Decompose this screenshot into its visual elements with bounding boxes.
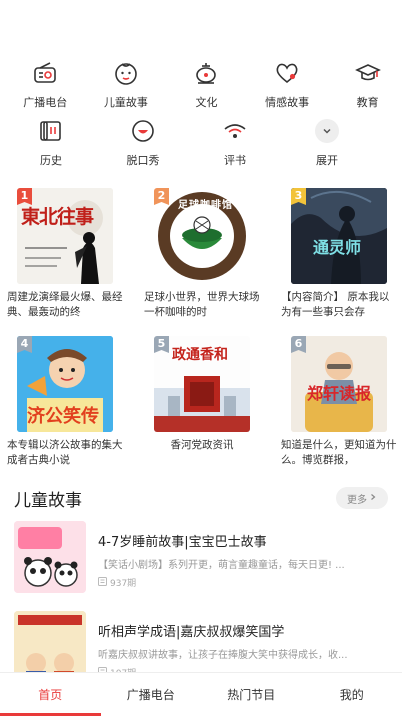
tab-hot-programs[interactable]: 热门节目 [201,673,302,716]
chevron-down-icon [315,119,339,143]
category-kids-story[interactable]: 儿童故事 [92,58,161,113]
tab-label: 广播电台 [126,688,175,702]
tab-label: 首页 [38,688,63,702]
ranking-title: 香河党政资讯 [170,439,234,451]
tab-home[interactable]: 首页 [0,673,101,716]
program-description: 听嘉庆叔叔讲故事，让孩子在捧腹大笑中获得成长，收... [98,650,348,661]
category-radio[interactable]: 广播电台 [11,58,80,113]
category-culture[interactable]: 文化 [172,58,241,113]
panda-cover-art [14,521,86,593]
more-button[interactable]: 更多 [336,487,388,509]
category-talk-show[interactable]: 脱口秀 [103,116,183,171]
tab-label: 热门节目 [227,688,276,702]
graduation-cap-icon [353,58,383,88]
cover-title: 济公笑传 [27,406,99,427]
ranking-title: 本专辑以济公故事的集大成者古典小说 [7,439,123,466]
ranking-item[interactable]: 2 足球咖啡馆 足球小世界，世界大球场 一杯咖啡的时 [144,188,260,320]
category-history[interactable]: 历史 [11,116,91,171]
tab-radio[interactable]: 广播电台 [101,673,202,716]
category-expand[interactable]: 展开 [287,116,367,171]
child-face-icon [111,58,141,88]
more-label: 更多 [347,494,367,506]
category-label: 儿童故事 [103,96,148,109]
ranking-item[interactable]: 3 通灵师 【内容简介】 原本我以为有一些事只会存 [281,188,390,320]
category-label: 广播电台 [23,96,68,109]
smile-bubble-icon [128,116,158,146]
cover-title: 東北往事 [21,206,94,228]
ranking-grid: 1 東北往事 周建龙演绎最火爆、最经典、最轰动的终 2 足球咖啡馆 足球小世界，… [7,188,397,468]
broadcast-icon [220,116,250,146]
program-description: 【笑话小剧场】系列开更，萌言童趣童话，每天日更! ... [98,560,345,571]
heart-icon [272,58,302,88]
category-grid: 广播电台 儿童故事 文化 情感故事 教育 历史 脱口秀 评书 展开 [0,58,402,171]
category-emotion-story[interactable]: 情感故事 [253,58,322,113]
cover-image: 5 政通香和 [154,336,250,432]
cover-title: 通灵师 [313,238,362,257]
tab-label: 我的 [339,688,364,702]
category-label: 展开 [316,154,338,167]
ranking-item[interactable]: 1 東北往事 周建龙演绎最火爆、最经典、最轰动的终 [7,188,123,320]
program-meta: 937期 [98,576,136,589]
cover-image: 3 通灵师 [291,188,387,284]
ranking-title: 足球小世界，世界大球场 一杯咖啡的时 [144,291,260,318]
tab-mine[interactable]: 我的 [302,673,402,716]
teapot-icon [191,58,221,88]
cover-image: 2 足球咖啡馆 [154,188,250,284]
category-label: 历史 [40,154,62,167]
category-label: 评书 [224,154,246,167]
app-page: 广播电台 儿童故事 文化 情感故事 教育 历史 脱口秀 评书 展开 1 東北往事… [0,0,402,716]
category-label: 情感故事 [265,96,310,109]
ranking-item[interactable]: 5 政通香和 香河党政资讯 [151,336,253,468]
program-title: 4-7岁睡前故事|宝宝巴士故事 [98,535,267,550]
cover-title: 郑轩读报 [307,384,372,403]
episode-count: 937期 [110,579,137,589]
section-title: 儿童故事 [14,491,82,511]
radio-icon [30,58,60,88]
scroll-icon [36,116,66,146]
cover-image: 4 济公笑传 [17,336,113,432]
program-title: 听相声学成语|嘉庆叔叔爆笑国学 [98,625,285,640]
cover-image: 1 東北往事 [17,188,113,284]
bottom-nav: 首页 广播电台 热门节目 我的 [0,672,402,716]
ranking-item[interactable]: 4 济公笑传 本专辑以济公故事的集大成者古典小说 [7,336,123,468]
cover-image: 6 郑轩读报 [291,336,387,432]
ranking-title: 知道是什么，更知道为什么。博览群报， [281,439,397,466]
cover-title: 足球咖啡馆 [178,200,233,211]
category-label: 脱口秀 [126,154,160,167]
category-pingshu[interactable]: 评书 [195,116,275,171]
cover-title: 政通香和 [172,347,228,363]
ranking-title: 【内容简介】 原本我以为有一些事只会存 [281,291,390,318]
program-cover [14,521,86,593]
episodes-icon [98,576,107,589]
chevron-right-icon [369,493,377,504]
ranking-title: 周建龙演绎最火爆、最经典、最轰动的终 [7,291,123,318]
category-label: 教育 [356,96,379,109]
category-education[interactable]: 教育 [333,58,402,113]
category-label: 文化 [195,96,218,109]
program-item[interactable]: 4-7岁睡前故事|宝宝巴士故事 【笑话小剧场】系列开更，萌言童趣童话，每天日更!… [14,521,390,593]
ranking-item[interactable]: 6 郑轩读报 知道是什么，更知道为什么。博览群报， [281,336,397,468]
